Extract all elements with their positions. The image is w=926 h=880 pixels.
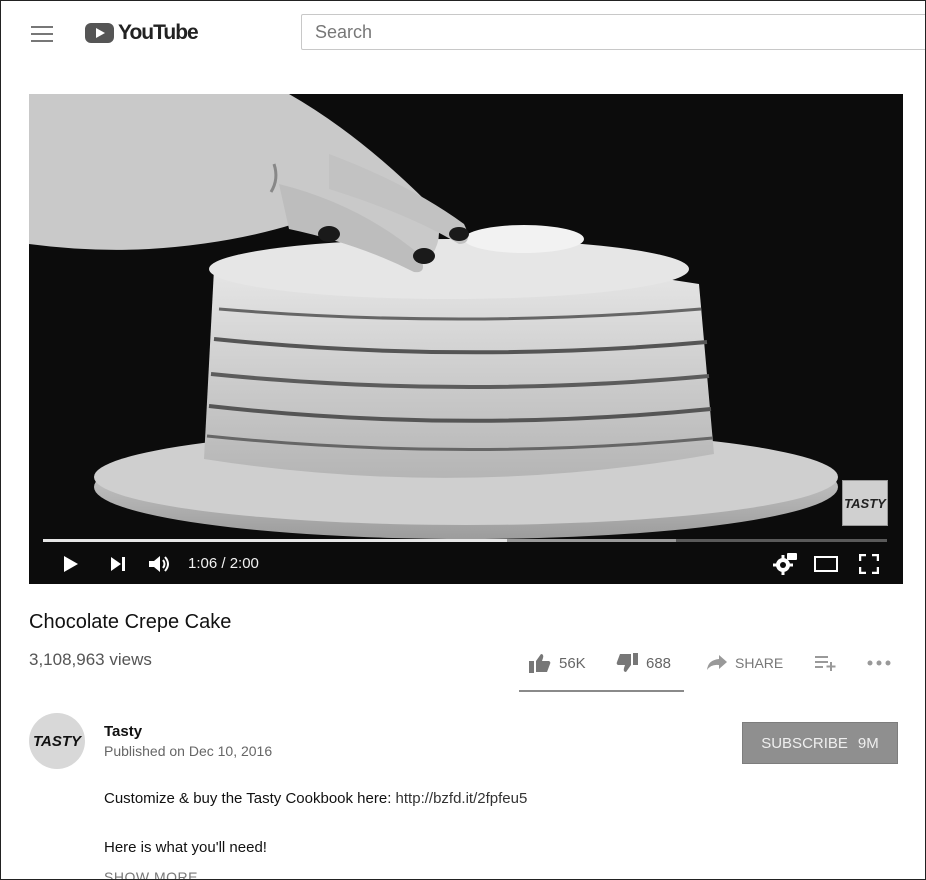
- add-to-playlist-icon: [815, 656, 836, 671]
- fullscreen-button[interactable]: [857, 552, 881, 576]
- progress-played: [43, 539, 508, 542]
- video-title: Chocolate Crepe Cake: [29, 611, 232, 633]
- video-player[interactable]: TASTY 1:06 / 2:00: [29, 94, 903, 584]
- more-actions-button[interactable]: [867, 651, 891, 675]
- publish-date: Published on Dec 10, 2016: [104, 743, 273, 759]
- description-text: Customize & buy the Tasty Cookbook here:: [104, 790, 396, 807]
- next-icon: [111, 557, 125, 571]
- next-button[interactable]: [107, 552, 129, 576]
- progress-bar[interactable]: [43, 539, 887, 542]
- theater-mode-button[interactable]: [813, 552, 839, 576]
- show-more-button[interactable]: SHOW MORE: [104, 869, 198, 879]
- more-horizontal-icon: [867, 660, 891, 666]
- sentiment-bar: [519, 690, 684, 692]
- play-button[interactable]: [59, 552, 83, 576]
- channel-avatar[interactable]: TASTY: [29, 713, 85, 769]
- dislike-count: 688: [646, 654, 672, 672]
- subscriber-count: 9M: [857, 734, 879, 752]
- subscribe-label: SUBSCRIBE: [761, 734, 848, 752]
- like-button[interactable]: 56K: [529, 651, 586, 675]
- fullscreen-icon: [859, 554, 879, 574]
- subscribe-button[interactable]: SUBSCRIBE 9M: [742, 722, 898, 764]
- logo-text: YouTube: [118, 21, 199, 44]
- tasty-watermark-logo[interactable]: TASTY: [842, 480, 888, 526]
- description-line-1: Customize & buy the Tasty Cookbook here:…: [104, 790, 527, 807]
- search-input[interactable]: [301, 14, 925, 50]
- dislike-button[interactable]: 688: [616, 651, 671, 675]
- youtube-logo[interactable]: YouTube: [85, 21, 199, 45]
- hamburger-menu-icon[interactable]: [31, 26, 53, 42]
- thumbs-down-icon: [616, 653, 638, 672]
- share-arrow-icon: [707, 655, 727, 670]
- view-count: 3,108,963 views: [29, 650, 152, 669]
- page-frame: YouTube Search TASTY 1:06 / 2:00 Chocola…: [0, 0, 926, 880]
- share-button[interactable]: SHARE: [707, 651, 783, 675]
- play-icon: [64, 556, 78, 572]
- video-frame-image: [29, 94, 903, 584]
- like-count: 56K: [559, 654, 586, 672]
- volume-button[interactable]: [147, 552, 173, 576]
- add-to-playlist-button[interactable]: [815, 651, 837, 675]
- settings-gear-hd-icon: [773, 553, 797, 575]
- share-label: SHARE: [735, 655, 784, 671]
- channel-name[interactable]: Tasty: [104, 723, 142, 740]
- volume-icon: [149, 556, 169, 572]
- time-display: 1:06 / 2:00: [188, 555, 259, 572]
- description-line-2: Here is what you'll need!: [104, 839, 267, 856]
- thumbs-up-icon: [529, 654, 551, 673]
- cookbook-link[interactable]: http://bzfd.it/2fpfeu5: [396, 790, 528, 807]
- theater-mode-icon: [814, 556, 838, 572]
- youtube-play-icon: [85, 23, 114, 43]
- settings-button[interactable]: [773, 552, 797, 576]
